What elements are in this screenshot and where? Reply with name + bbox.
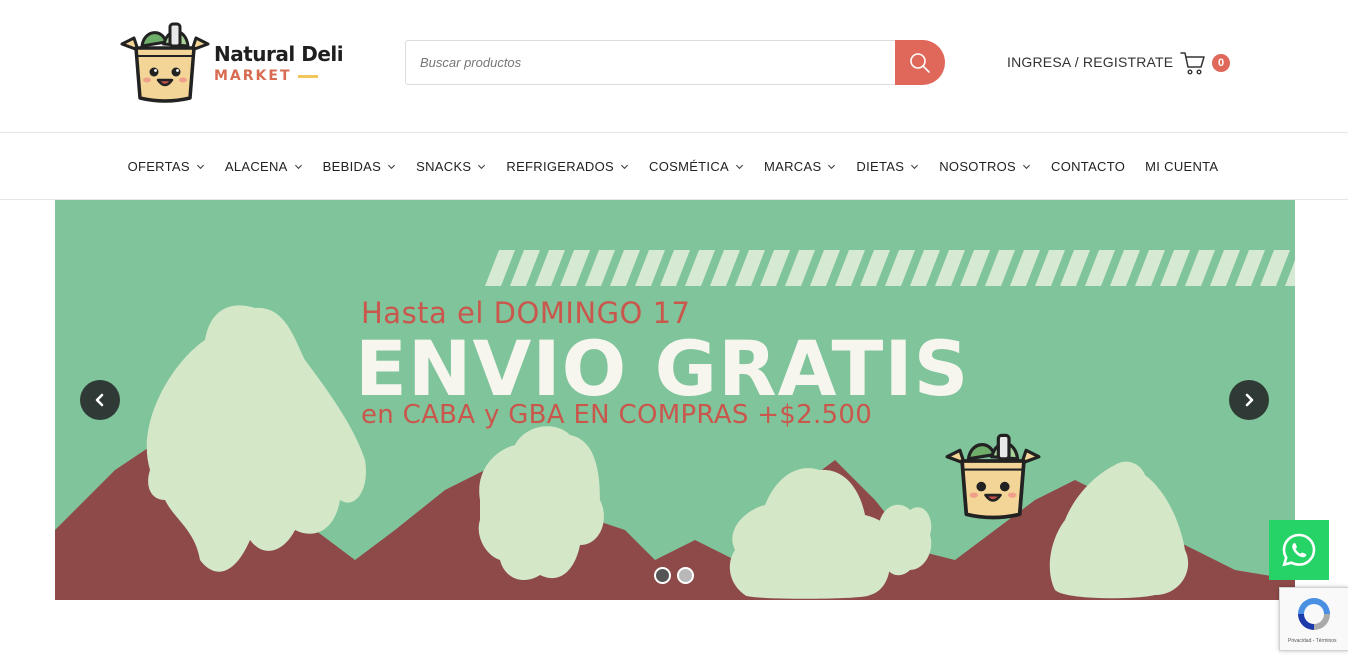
nav-item-label: CONTACTO	[1051, 159, 1126, 174]
basket-mascot-icon	[945, 433, 1041, 520]
chevron-down-icon	[1022, 164, 1031, 170]
slider-dot-1[interactable]	[654, 567, 671, 584]
nav-item-label: NOSOTROS	[939, 159, 1017, 174]
nav-item-marcas[interactable]: MARCAS	[764, 159, 836, 174]
chevron-left-icon	[95, 393, 104, 407]
recaptcha-badge[interactable]: Privacidad - Términos	[1279, 587, 1348, 651]
slider-prev-button[interactable]	[80, 380, 120, 420]
nav-item-label: ALACENA	[224, 159, 288, 174]
nav-item-bebidas[interactable]: BEBIDAS	[323, 159, 396, 174]
hero-slider: Hasta el DOMINGO 17 ENVIO GRATIS en CABA…	[55, 200, 1295, 600]
nav-item-label: OFERTAS	[127, 159, 190, 174]
logo[interactable]: Natural Deli MARKET	[120, 22, 350, 104]
cart-icon	[1180, 52, 1205, 75]
nav-item-label: MI CUENTA	[1145, 159, 1219, 174]
main-nav: OFERTAS ALACENA BEBIDAS SNACKS REFRIGERADOS C…	[0, 134, 1348, 200]
chevron-right-icon	[1245, 393, 1254, 407]
chevron-down-icon	[294, 164, 302, 170]
chevron-down-icon	[388, 164, 396, 170]
search-button[interactable]	[895, 40, 945, 85]
nav-item-refrigerados[interactable]: REFRIGERADOS	[506, 159, 629, 174]
slider-pagination	[654, 567, 694, 584]
slider-next-button[interactable]	[1229, 380, 1269, 420]
nav-item-dietas[interactable]: DIETAS	[856, 159, 919, 174]
site-header: Natural Deli MARKET INGRESA / REGISTRATE…	[0, 0, 1348, 133]
slider-dot-2[interactable]	[677, 567, 694, 584]
chevron-down-icon	[478, 164, 486, 170]
basket-mascot-icon	[120, 22, 210, 103]
nav-item-label: COSMÉTICA	[649, 159, 729, 174]
search-bar	[405, 40, 945, 85]
nav-item-label: BEBIDAS	[322, 159, 382, 174]
chevron-down-icon	[196, 164, 204, 170]
whatsapp-button[interactable]	[1269, 520, 1329, 580]
cart-button[interactable]: 0	[1180, 50, 1232, 78]
nav-item-cosmética[interactable]: COSMÉTICA	[649, 159, 744, 174]
nav-item-label: DIETAS	[856, 159, 905, 174]
nav-item-label: MARCAS	[764, 159, 822, 174]
nav-item-nosotros[interactable]: NOSOTROS	[939, 159, 1031, 174]
nav-list: OFERTAS ALACENA BEBIDAS SNACKS REFRIGERADOS C…	[118, 159, 1229, 174]
chevron-down-icon	[911, 164, 919, 170]
chevron-down-icon	[620, 164, 629, 170]
logo-subtitle: MARKET	[214, 68, 343, 84]
cart-count-badge: 0	[1212, 54, 1230, 72]
nav-item-label: SNACKS	[416, 159, 472, 174]
logo-title: Natural Deli	[214, 42, 344, 66]
chevron-down-icon	[735, 164, 744, 170]
login-register-link[interactable]: INGRESA / REGISTRATE	[1007, 54, 1173, 70]
whatsapp-icon	[1282, 533, 1316, 567]
search-input[interactable]	[405, 40, 895, 85]
nav-item-snacks[interactable]: SNACKS	[416, 159, 486, 174]
nav-item-ofertas[interactable]: OFERTAS	[128, 159, 205, 174]
recaptcha-terms[interactable]: Privacidad - Términos	[1288, 638, 1337, 644]
chevron-down-icon	[828, 164, 836, 170]
search-icon	[910, 52, 930, 73]
nav-item-mi-cuenta[interactable]: MI CUENTA	[1145, 159, 1218, 174]
nav-item-contacto[interactable]: CONTACTO	[1051, 159, 1125, 174]
nav-item-alacena[interactable]: ALACENA	[225, 159, 303, 174]
hero-promo-conditions: en CABA y GBA EN COMPRAS +$2.500	[361, 400, 873, 430]
recaptcha-icon	[1298, 598, 1330, 630]
nav-item-label: REFRIGERADOS	[506, 159, 615, 174]
